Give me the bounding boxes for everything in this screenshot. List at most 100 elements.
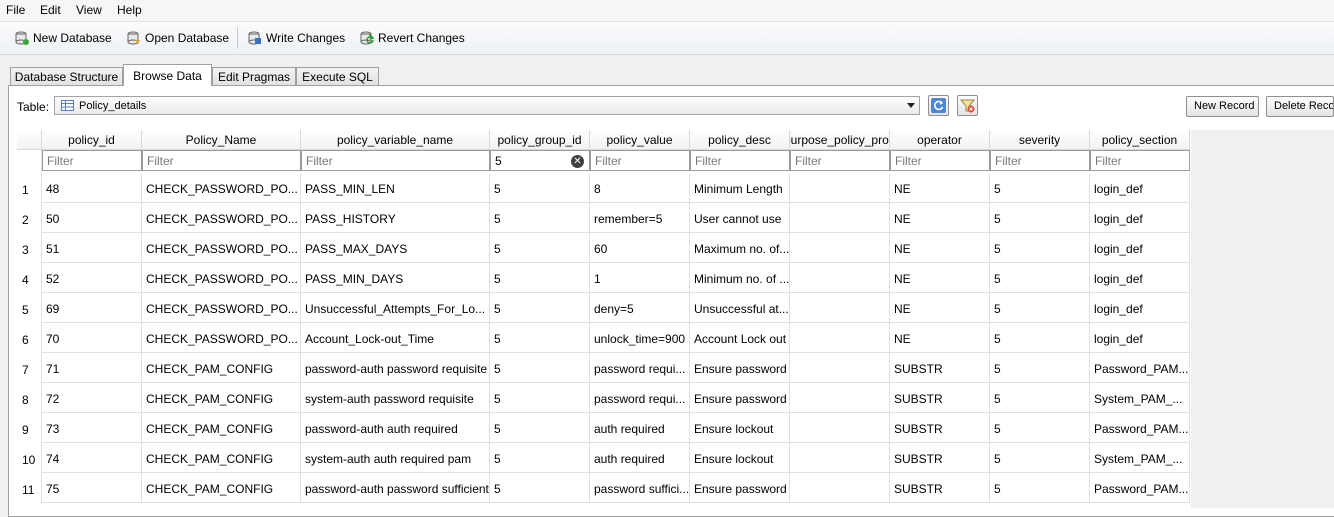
table-cell[interactable]: password requi... <box>590 353 690 383</box>
table-cell[interactable]: CHECK_PAM_CONFIG <box>142 353 301 383</box>
table-cell[interactable]: Ensure password <box>690 353 790 383</box>
table-cell[interactable]: 75 <box>42 473 142 503</box>
table-cell[interactable] <box>790 353 890 383</box>
table-cell[interactable]: password suffici... <box>590 473 690 503</box>
table-cell[interactable]: Account_Lock-out_Time <box>301 323 490 353</box>
table-cell[interactable]: 70 <box>42 323 142 353</box>
table-cell[interactable]: Minimum no. of ... <box>690 263 790 293</box>
new-record-button[interactable]: New Record <box>1186 96 1259 117</box>
table-cell[interactable]: 5 <box>490 353 590 383</box>
row-number[interactable]: 1 <box>17 173 42 203</box>
table-cell[interactable]: Minimum Length <box>690 173 790 203</box>
filter-input[interactable]: Filter <box>890 150 990 171</box>
table-cell[interactable]: 5 <box>990 173 1090 203</box>
row-number[interactable]: 3 <box>17 233 42 263</box>
table-cell[interactable]: NE <box>890 173 990 203</box>
table-cell[interactable]: SUBSTR <box>890 383 990 413</box>
table-cell[interactable]: 5 <box>990 413 1090 443</box>
table-cell[interactable]: auth required <box>590 413 690 443</box>
filter-input[interactable]: Filter <box>590 150 690 171</box>
row-number[interactable]: 6 <box>17 323 42 353</box>
column-header[interactable]: policy_desc <box>690 130 790 150</box>
row-number[interactable]: 9 <box>17 413 42 443</box>
column-header[interactable]: policy_section <box>1090 130 1190 150</box>
tab-database-structure[interactable]: Database Structure <box>10 67 123 85</box>
column-header[interactable]: Policy_Name <box>142 130 301 150</box>
table-cell[interactable] <box>790 383 890 413</box>
table-cell[interactable]: 5 <box>990 233 1090 263</box>
table-cell[interactable]: login_def <box>1090 173 1190 203</box>
filter-input[interactable]: Filter <box>790 150 890 171</box>
table-cell[interactable] <box>790 203 890 233</box>
table-cell[interactable] <box>790 263 890 293</box>
table-cell[interactable]: CHECK_PASSWORD_PO... <box>142 173 301 203</box>
table-cell[interactable]: PASS_MAX_DAYS <box>301 233 490 263</box>
table-cell[interactable]: 5 <box>990 353 1090 383</box>
table-cell[interactable]: NE <box>890 233 990 263</box>
table-cell[interactable]: 50 <box>42 203 142 233</box>
column-header[interactable]: policy_value <box>590 130 690 150</box>
table-cell[interactable]: 5 <box>490 383 590 413</box>
column-header[interactable]: purpose_policy_pro <box>790 130 890 150</box>
table-cell[interactable]: Account Lock out <box>690 323 790 353</box>
table-cell[interactable]: 72 <box>42 383 142 413</box>
filter-input[interactable]: Filter <box>690 150 790 171</box>
table-cell[interactable]: login_def <box>1090 293 1190 323</box>
row-number[interactable]: 11 <box>17 473 42 503</box>
table-cell[interactable] <box>790 233 890 263</box>
column-header[interactable]: policy_group_id <box>490 130 590 150</box>
table-cell[interactable]: 1 <box>590 263 690 293</box>
filter-input[interactable]: Filter <box>142 150 301 171</box>
filter-input[interactable]: Filter <box>301 150 490 171</box>
filter-input[interactable]: Filter <box>1090 150 1190 171</box>
table-cell[interactable]: 5 <box>490 413 590 443</box>
table-cell[interactable]: SUBSTR <box>890 443 990 473</box>
table-cell[interactable]: 5 <box>990 383 1090 413</box>
table-cell[interactable] <box>790 413 890 443</box>
table-cell[interactable]: system-auth password requisite <box>301 383 490 413</box>
table-cell[interactable]: 5 <box>990 473 1090 503</box>
table-cell[interactable]: 52 <box>42 263 142 293</box>
table-cell[interactable]: 71 <box>42 353 142 383</box>
table-cell[interactable]: SUBSTR <box>890 413 990 443</box>
row-number[interactable]: 10 <box>17 443 42 473</box>
filter-input[interactable]: 5 ✕ <box>490 150 590 171</box>
table-cell[interactable]: 60 <box>590 233 690 263</box>
table-cell[interactable] <box>790 173 890 203</box>
table-cell[interactable] <box>790 323 890 353</box>
table-cell[interactable]: NE <box>890 263 990 293</box>
new-database-button[interactable]: New Database <box>15 29 112 47</box>
table-cell[interactable]: password-auth password requisite <box>301 353 490 383</box>
filter-input[interactable]: Filter <box>42 150 142 171</box>
table-cell[interactable]: 5 <box>490 473 590 503</box>
table-cell[interactable] <box>790 473 890 503</box>
table-cell[interactable] <box>790 443 890 473</box>
table-cell[interactable]: 5 <box>990 323 1090 353</box>
refresh-button[interactable] <box>928 95 949 116</box>
menu-help[interactable]: Help <box>117 3 142 17</box>
menu-view[interactable]: View <box>76 3 102 17</box>
menu-file[interactable]: File <box>6 3 25 17</box>
column-header[interactable]: policy_variable_name <box>301 130 490 150</box>
column-header[interactable]: policy_id <box>42 130 142 150</box>
table-cell[interactable]: 5 <box>490 263 590 293</box>
menu-edit[interactable]: Edit <box>40 3 61 17</box>
table-cell[interactable]: CHECK_PAM_CONFIG <box>142 443 301 473</box>
table-cell[interactable]: Ensure lockout <box>690 443 790 473</box>
table-cell[interactable]: 5 <box>990 203 1090 233</box>
table-cell[interactable]: SUBSTR <box>890 353 990 383</box>
table-cell[interactable]: CHECK_PASSWORD_PO... <box>142 233 301 263</box>
table-cell[interactable]: 5 <box>490 233 590 263</box>
table-cell[interactable]: CHECK_PAM_CONFIG <box>142 413 301 443</box>
table-cell[interactable]: 73 <box>42 413 142 443</box>
row-number[interactable]: 5 <box>17 293 42 323</box>
filter-input[interactable]: Filter <box>990 150 1090 171</box>
revert-changes-button[interactable]: Revert Changes <box>360 29 465 47</box>
tab-edit-pragmas[interactable]: Edit Pragmas <box>212 67 296 85</box>
table-cell[interactable]: 5 <box>490 203 590 233</box>
table-cell[interactable]: User cannot use <box>690 203 790 233</box>
table-cell[interactable]: login_def <box>1090 233 1190 263</box>
table-cell[interactable]: 5 <box>490 173 590 203</box>
table-cell[interactable]: PASS_MIN_LEN <box>301 173 490 203</box>
table-cell[interactable]: system-auth auth required pam <box>301 443 490 473</box>
